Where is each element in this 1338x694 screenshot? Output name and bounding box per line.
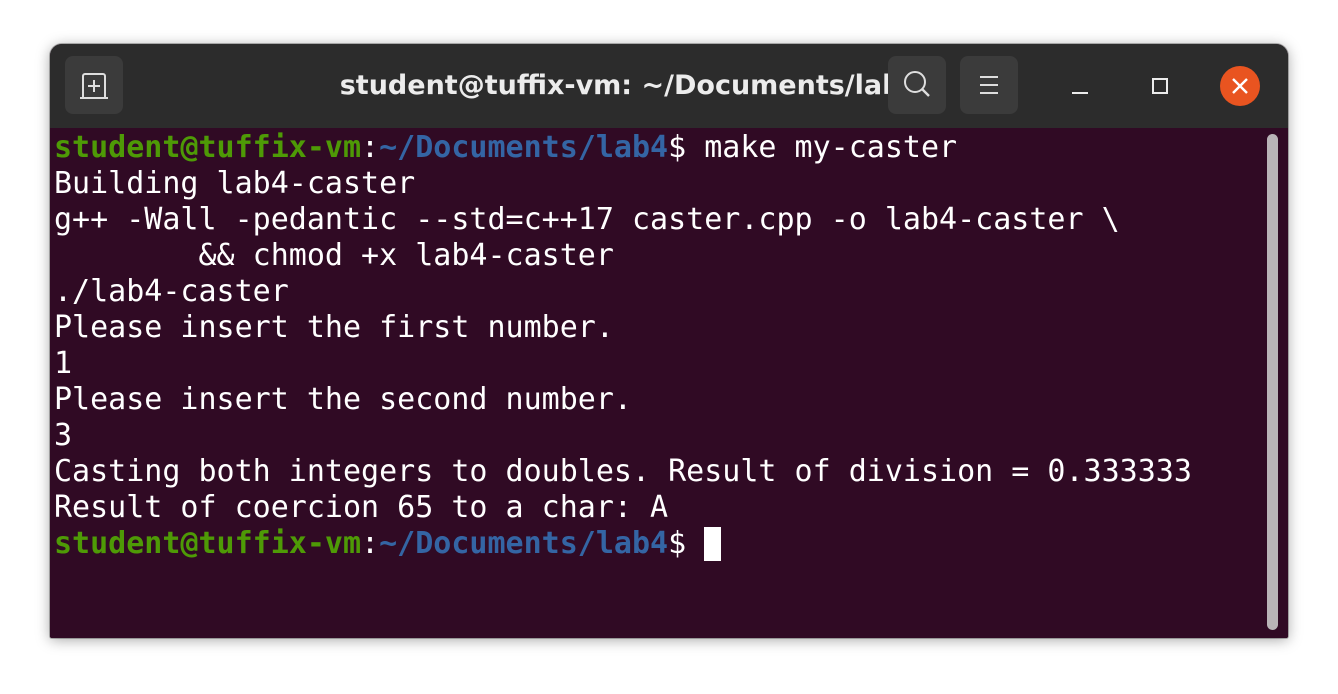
command-line: student@tuffix-vm:~/Documents/lab4$ make…	[54, 130, 1192, 166]
current-prompt-line[interactable]: student@tuffix-vm:~/Documents/lab4$	[54, 526, 1192, 562]
prompt-user-host: student@tuffix-vm	[54, 526, 362, 561]
close-icon	[1220, 66, 1260, 106]
new-tab-icon	[80, 73, 108, 99]
menu-button[interactable]	[960, 56, 1018, 114]
output-line: 3	[54, 418, 73, 453]
title-bar[interactable]: student@tuffix-vm: ~/Documents/lab4	[50, 44, 1288, 128]
prompt-dollar: $	[668, 526, 705, 561]
output-line: Please insert the first number.	[54, 310, 614, 345]
output-line: g++ -Wall -pedantic --std=c++17 caster.c…	[54, 202, 1120, 237]
prompt-colon: :	[361, 526, 380, 561]
hamburger-menu-icon	[980, 76, 998, 94]
text-cursor	[704, 527, 722, 561]
output-line: 1	[54, 346, 73, 381]
output-line: Casting both integers to doubles. Result…	[54, 454, 1192, 489]
maximize-button[interactable]	[1138, 64, 1182, 108]
close-button[interactable]	[1218, 64, 1262, 108]
output-line: Building lab4-caster	[54, 166, 416, 201]
vertical-scrollbar[interactable]	[1267, 134, 1278, 630]
output-line: Result of coercion 65 to a char: A	[54, 490, 669, 525]
terminal-area[interactable]: student@tuffix-vm:~/Documents/lab4$ make…	[50, 128, 1288, 638]
output-line: ./lab4-caster	[54, 274, 289, 309]
minimize-button[interactable]	[1058, 64, 1102, 108]
output-line: Please insert the second number.	[54, 382, 632, 417]
minimize-icon	[1072, 92, 1088, 94]
new-tab-button[interactable]	[65, 56, 123, 114]
prompt-colon: :	[361, 130, 380, 165]
search-button[interactable]	[888, 56, 946, 114]
prompt-path: ~/Documents/lab4	[379, 130, 669, 165]
prompt-dollar: $	[668, 130, 705, 165]
command-text: make my-caster	[704, 130, 958, 165]
maximize-icon	[1152, 78, 1168, 94]
prompt-user-host: student@tuffix-vm	[54, 130, 362, 165]
search-icon	[904, 71, 930, 97]
terminal-window: student@tuffix-vm: ~/Documents/lab4 stud…	[50, 44, 1288, 638]
terminal-screen: student@tuffix-vm:~/Documents/lab4$ make…	[54, 130, 1192, 562]
output-line: && chmod +x lab4-caster	[54, 238, 614, 273]
prompt-path: ~/Documents/lab4	[379, 526, 669, 561]
